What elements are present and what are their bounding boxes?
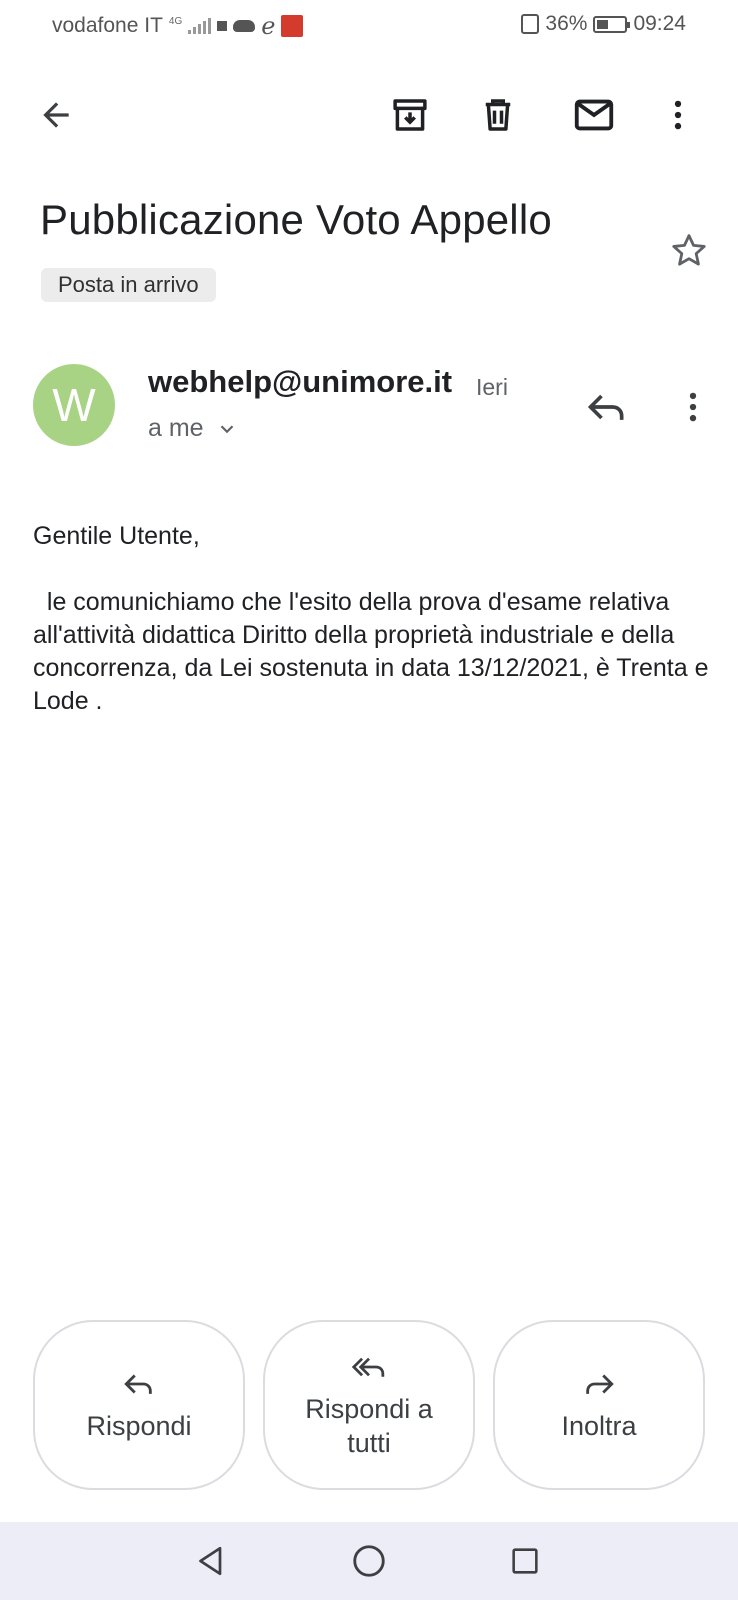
more-options-button[interactable] (648, 80, 708, 150)
more-vert-icon (674, 100, 682, 130)
nav-home-icon (353, 1545, 385, 1577)
battery-percent: 36% (545, 12, 588, 35)
vibrate-icon (521, 14, 540, 34)
avatar[interactable]: W (33, 364, 115, 446)
network-type: 4G (168, 16, 183, 27)
email-text: le comunichiamo che l'esito della prova … (33, 588, 716, 715)
toolbar (0, 80, 738, 150)
status-bar: vodafone IT 4G e 36% 09:24 (0, 0, 738, 50)
forward-icon (586, 1374, 614, 1394)
nav-back-button[interactable] (184, 1534, 238, 1588)
email-subject: Pubblicazione Voto Appello (40, 196, 552, 243)
cloud-icon (233, 20, 256, 32)
reply-label: Rispondi (86, 1411, 192, 1441)
inbox-label-chip[interactable]: Posta in arrivo (41, 268, 216, 302)
clock: 09:24 (633, 12, 686, 35)
nav-recents-button[interactable] (498, 1534, 552, 1588)
e-app-icon: e (261, 12, 276, 40)
email-greeting: Gentile Utente, (33, 522, 200, 550)
carrier-name: vodafone IT (52, 14, 163, 37)
delete-icon (485, 99, 511, 131)
nav-back-icon (199, 1546, 222, 1576)
reply-all-icon (351, 1357, 385, 1377)
star-icon (672, 234, 706, 266)
status-left: vodafone IT 4G e (52, 12, 304, 40)
reply-all-button[interactable]: Rispondi a tutti (263, 1320, 475, 1490)
reply-all-label: Rispondi a tutti (305, 1394, 433, 1458)
status-right: 36% 09:24 (521, 12, 686, 36)
reply-icon (124, 1374, 152, 1394)
delete-button[interactable] (468, 80, 528, 150)
email-body: Gentile Utente, le comunichiamo che l'es… (33, 520, 713, 718)
archive-icon (393, 99, 427, 131)
status-icons: 4G e (169, 12, 304, 40)
recipient-toggle[interactable]: a me (148, 414, 238, 443)
email-time: Ieri (476, 374, 508, 400)
back-arrow-icon (43, 102, 69, 128)
forward-button[interactable]: Inoltra (493, 1320, 705, 1490)
archive-button[interactable] (380, 80, 440, 150)
reply-icon (587, 394, 624, 420)
sender-address: webhelp@unimore.it (148, 364, 453, 399)
notification-icon (217, 21, 228, 31)
back-button[interactable] (26, 80, 86, 150)
forward-label: Inoltra (561, 1411, 637, 1441)
message-more-button[interactable] (668, 380, 718, 434)
battery-icon (593, 15, 631, 33)
reply-icon-button[interactable] (580, 380, 634, 434)
app-notification-icon (281, 15, 304, 37)
reply-actions: Rispondi Rispondi a tutti Inoltra (33, 1320, 705, 1490)
reply-button[interactable]: Rispondi (33, 1320, 245, 1490)
chevron-down-icon (220, 424, 233, 433)
recipient-label: a me (148, 414, 204, 442)
nav-recents-icon (512, 1548, 538, 1574)
system-nav-bar (0, 1522, 738, 1600)
nav-home-button[interactable] (342, 1534, 396, 1588)
star-button[interactable] (664, 226, 714, 276)
more-vert-icon (689, 392, 697, 422)
signal-icon (188, 18, 212, 34)
mark-unread-icon (574, 99, 614, 131)
mark-unread-button[interactable] (564, 80, 624, 150)
